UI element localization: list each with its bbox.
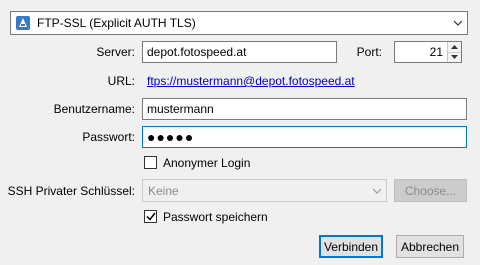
port-decrement-button[interactable] bbox=[448, 51, 461, 62]
password-input[interactable]: ●●●●● bbox=[142, 126, 467, 148]
username-input[interactable]: mustermann bbox=[142, 98, 467, 120]
port-value: 21 bbox=[429, 45, 443, 59]
chevron-down-icon bbox=[451, 55, 458, 60]
chevron-down-icon bbox=[368, 188, 386, 194]
port-increment-button[interactable] bbox=[448, 42, 461, 52]
save-password-checkbox[interactable] bbox=[144, 210, 157, 223]
ssh-key-selected: Keine bbox=[148, 183, 179, 198]
checkmark-icon bbox=[145, 212, 156, 221]
server-label: Server: bbox=[96, 45, 135, 59]
username-label: Benutzername: bbox=[53, 102, 135, 116]
choose-key-button[interactable]: Choose... bbox=[394, 179, 467, 202]
port-stepper[interactable]: 21 bbox=[394, 41, 462, 63]
chevron-up-icon bbox=[451, 44, 458, 49]
port-label: Port: bbox=[356, 45, 382, 59]
anonymous-login-label: Anonymer Login bbox=[163, 156, 251, 170]
ssh-key-dropdown[interactable]: Keine bbox=[142, 179, 387, 202]
url-link[interactable]: ftps://mustermann@depot.fotospeed.at bbox=[147, 74, 355, 88]
ftp-server-icon bbox=[15, 15, 31, 31]
url-label: URL: bbox=[107, 74, 135, 88]
anonymous-login-checkbox[interactable] bbox=[144, 156, 157, 169]
chevron-down-icon bbox=[449, 20, 467, 26]
protocol-selected: FTP-SSL (Explicit AUTH TLS) bbox=[37, 16, 196, 30]
server-input[interactable]: depot.fotospeed.at bbox=[142, 41, 337, 63]
password-label: Passwort: bbox=[82, 130, 135, 144]
connect-button[interactable]: Verbinden bbox=[319, 235, 383, 258]
save-password-label: Passwort speichern bbox=[163, 210, 268, 224]
protocol-dropdown[interactable]: FTP-SSL (Explicit AUTH TLS) bbox=[10, 11, 468, 35]
cancel-button[interactable]: Abbrechen bbox=[396, 235, 464, 258]
ssh-key-label: SSH Privater Schlüssel: bbox=[7, 184, 135, 198]
